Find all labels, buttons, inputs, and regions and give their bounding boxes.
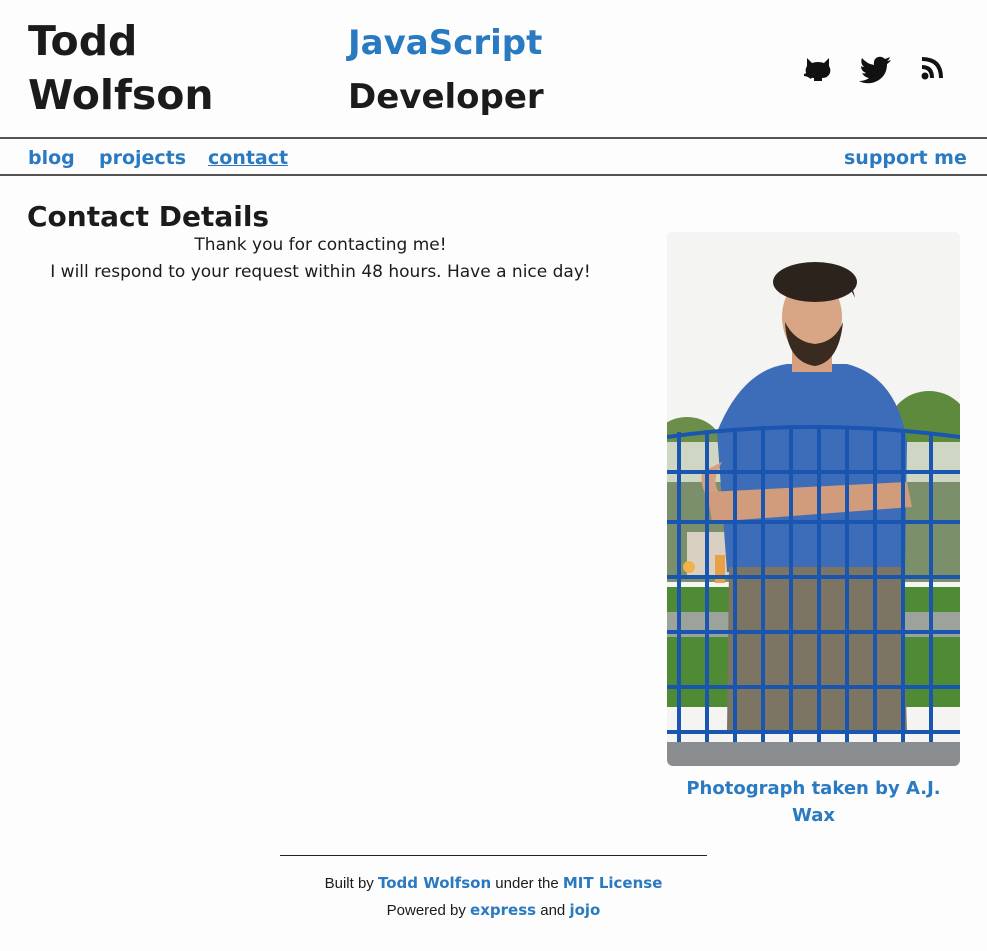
- twitter-icon: [859, 56, 891, 84]
- rss-link[interactable]: [916, 52, 952, 84]
- github-icon: [804, 58, 831, 81]
- nav-support-me[interactable]: support me: [844, 147, 967, 169]
- site-name-last: Wolfson: [28, 71, 214, 119]
- footer-divider: [280, 855, 707, 856]
- nav-blog[interactable]: blog: [28, 147, 75, 169]
- site-footer: Built by Todd Wolfson under the MIT Lice…: [280, 870, 707, 924]
- github-link[interactable]: [800, 52, 836, 84]
- photo-section: Photograph taken by A.J. Wax: [667, 232, 960, 829]
- response-text: I will respond to your request within 48…: [50, 262, 591, 282]
- social-links: [800, 52, 974, 84]
- under-the-text: under the: [495, 875, 559, 892]
- nav-projects[interactable]: projects: [99, 147, 186, 169]
- rss-icon: [921, 57, 943, 80]
- thanks-text: Thank you for contacting me!: [194, 235, 447, 255]
- portrait-image: [667, 232, 960, 766]
- site-name: Todd Wolfson: [28, 14, 214, 122]
- main-nav: blog projects contact support me: [0, 137, 987, 176]
- role-language: JavaScript: [348, 23, 543, 63]
- page-title: Contact Details: [27, 200, 270, 233]
- author-link[interactable]: Todd Wolfson: [378, 874, 491, 892]
- twitter-link[interactable]: [858, 52, 894, 84]
- license-link[interactable]: MIT License: [563, 874, 663, 892]
- and-text: and: [540, 902, 566, 919]
- site-header: Todd Wolfson JavaScript Developer: [0, 0, 987, 137]
- site-name-first: Todd: [28, 17, 138, 65]
- contact-message: Thank you for contacting me! I will resp…: [28, 232, 613, 286]
- powered-by-text: Powered by: [386, 902, 466, 919]
- role-title: Developer: [348, 77, 544, 117]
- site-role: JavaScript Developer: [348, 16, 544, 124]
- built-by-text: Built by: [324, 875, 374, 892]
- footer-built-line: Built by Todd Wolfson under the MIT Lice…: [280, 870, 707, 897]
- portrait-photo: [667, 232, 960, 766]
- express-link[interactable]: express: [470, 901, 536, 919]
- photo-credit-link[interactable]: Photograph taken by A.J. Wax: [686, 778, 940, 826]
- footer-powered-line: Powered by express and jojo: [280, 897, 707, 924]
- photo-caption: Photograph taken by A.J. Wax: [667, 775, 960, 829]
- jojo-link[interactable]: jojo: [569, 901, 600, 919]
- nav-contact[interactable]: contact: [208, 147, 288, 169]
